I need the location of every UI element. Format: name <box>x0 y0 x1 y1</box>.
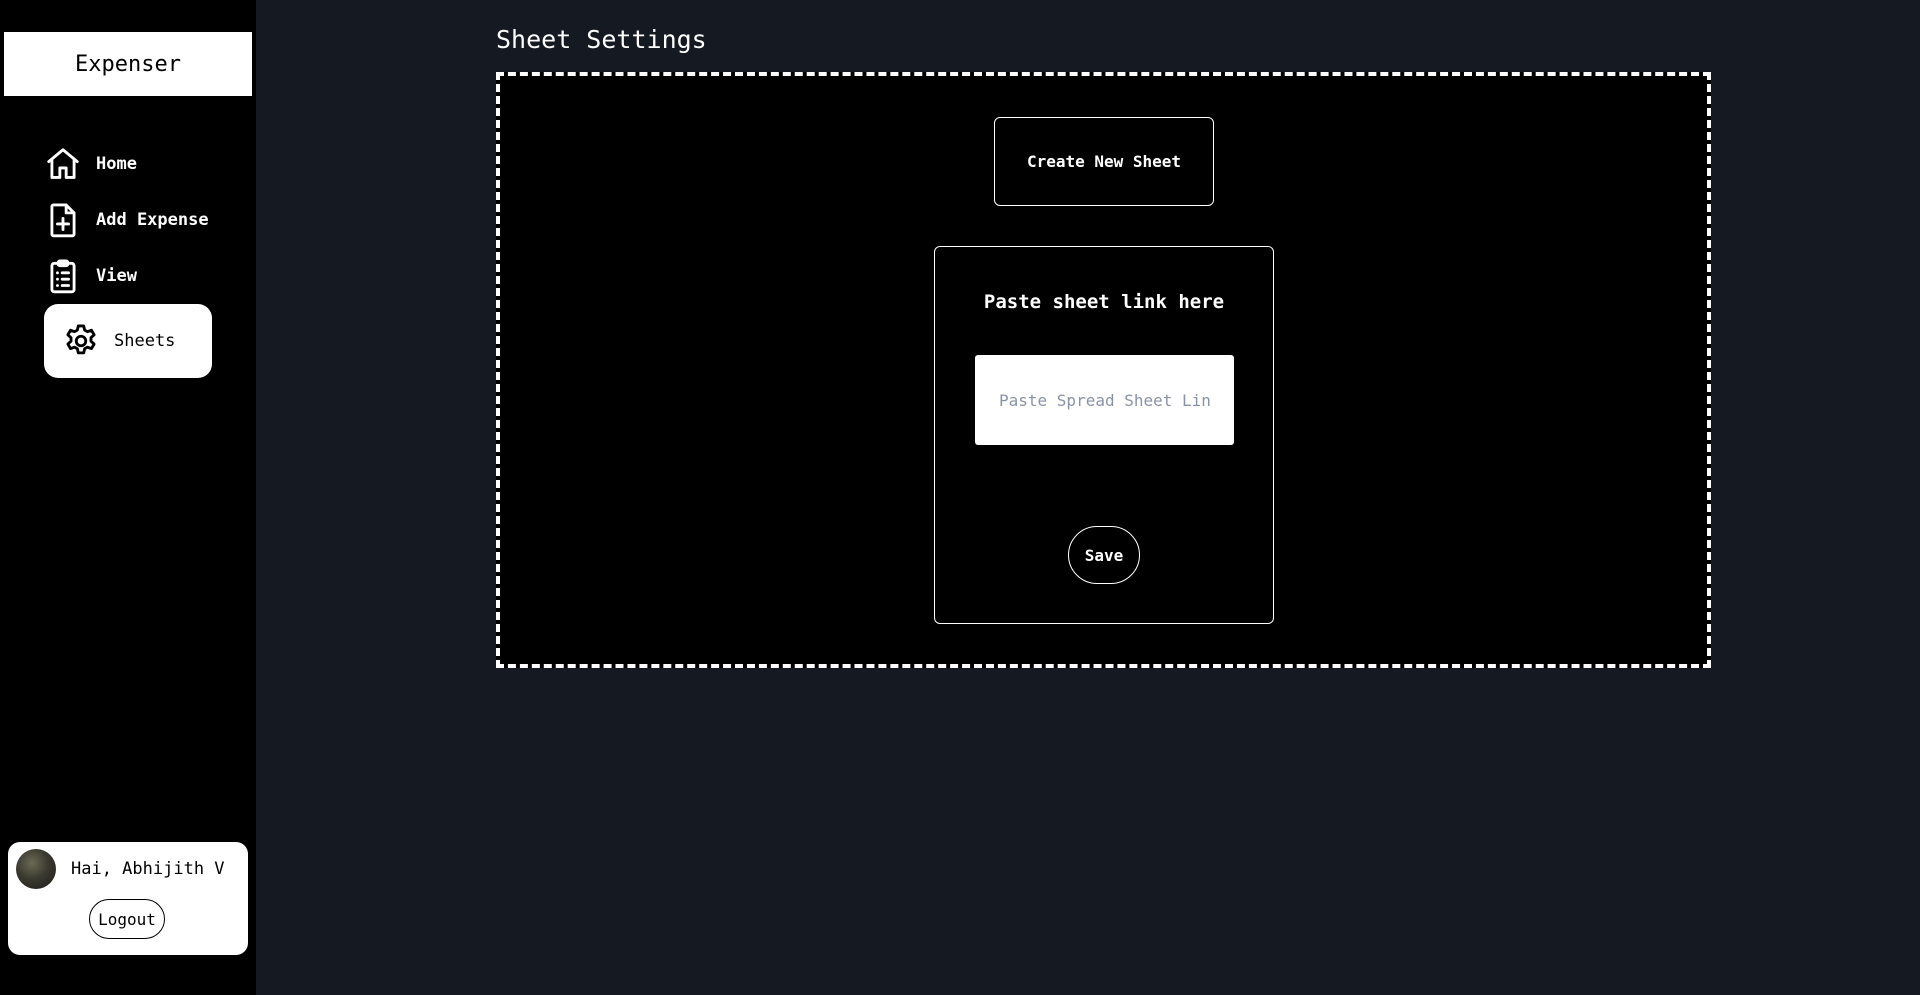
file-plus-icon <box>50 203 76 238</box>
sidebar-item-label: View <box>96 266 137 286</box>
sidebar: Expenser Home Add Expense View Sheets Ha… <box>0 0 256 995</box>
app-brand: Expenser <box>4 32 252 96</box>
sheet-link-input[interactable] <box>975 355 1234 445</box>
avatar <box>16 849 56 889</box>
sidebar-item-view[interactable]: View <box>44 257 137 295</box>
page-title: Sheet Settings <box>496 25 707 54</box>
clipboard-list-icon <box>50 259 76 294</box>
sidebar-item-home[interactable]: Home <box>44 145 137 183</box>
sidebar-item-label: Home <box>96 154 137 174</box>
user-card: Hai, Abhijith V Logout <box>8 842 248 955</box>
home-icon <box>47 148 79 179</box>
sidebar-item-label: Add Expense <box>96 210 209 230</box>
user-greeting: Hai, Abhijith V <box>71 859 225 879</box>
save-button[interactable]: Save <box>1068 526 1140 584</box>
sheet-link-card: Paste sheet link here Save <box>934 246 1274 624</box>
gear-icon <box>66 324 96 355</box>
sidebar-item-label: Sheets <box>114 331 176 351</box>
sidebar-item-sheets[interactable]: Sheets <box>44 304 212 378</box>
sidebar-item-add-expense[interactable]: Add Expense <box>44 201 209 239</box>
logout-button[interactable]: Logout <box>89 899 165 939</box>
sheet-link-heading: Paste sheet link here <box>983 291 1225 313</box>
create-new-sheet-button[interactable]: Create New Sheet <box>994 117 1214 206</box>
